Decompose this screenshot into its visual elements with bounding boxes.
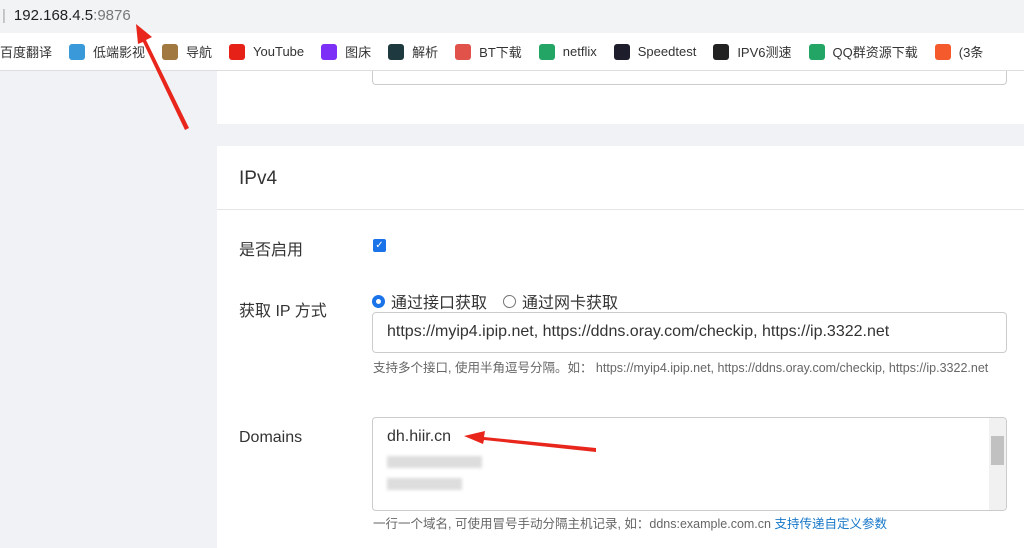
annotation-arrows — [136, 24, 596, 452]
arrow-to-port — [136, 24, 189, 130]
arrow-to-domain — [464, 431, 596, 452]
